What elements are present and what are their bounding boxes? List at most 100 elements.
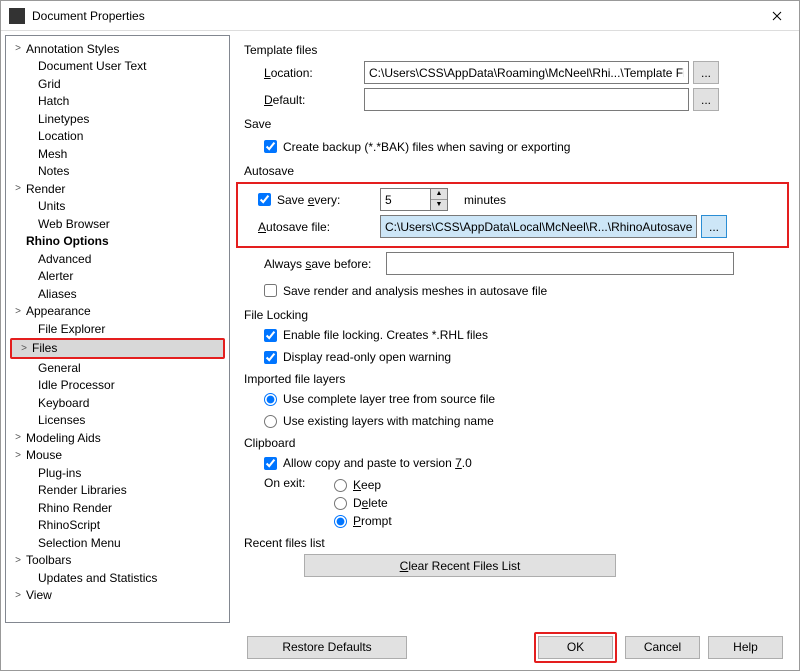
- button-bar: Restore Defaults OK Cancel Help: [1, 627, 799, 667]
- cb-save-every[interactable]: [258, 193, 271, 206]
- rd-prompt[interactable]: [334, 515, 347, 528]
- nav-tree[interactable]: >Annotation StylesDocument User TextGrid…: [5, 35, 230, 623]
- tree-item-label: File Explorer: [38, 322, 105, 336]
- close-button[interactable]: [754, 1, 799, 31]
- tree-item-linetypes[interactable]: Linetypes: [6, 110, 229, 128]
- save-every-spinner[interactable]: ▲▼: [380, 188, 448, 211]
- browse-autosave-button[interactable]: ...: [701, 215, 727, 238]
- location-field[interactable]: [364, 61, 689, 84]
- tree-item-label: Render: [26, 182, 65, 196]
- tree-item-label: Toolbars: [26, 553, 71, 567]
- tree-item-appearance[interactable]: >Appearance: [6, 303, 229, 321]
- app-icon: [9, 8, 25, 24]
- tree-item-label: Modeling Aids: [26, 431, 101, 445]
- tree-item-label: Location: [38, 129, 83, 143]
- tree-item-keyboard[interactable]: Keyboard: [6, 394, 229, 412]
- tree-item-document-user-text[interactable]: Document User Text: [6, 58, 229, 76]
- rd-keep[interactable]: [334, 479, 347, 492]
- default-field[interactable]: [364, 88, 689, 111]
- spin-up-icon[interactable]: ▲: [431, 189, 447, 200]
- ok-button[interactable]: OK: [538, 636, 613, 659]
- tree-item-toolbars[interactable]: >Toolbars: [6, 552, 229, 570]
- tree-item-idle-processor[interactable]: Idle Processor: [6, 377, 229, 395]
- autosave-file-field[interactable]: [380, 215, 697, 238]
- cb-backup[interactable]: [264, 140, 277, 153]
- tree-item-rhinoscript[interactable]: RhinoScript: [6, 517, 229, 535]
- tree-item-general[interactable]: General: [6, 359, 229, 377]
- rd-complete-tree[interactable]: [264, 393, 277, 406]
- spin-down-icon[interactable]: ▼: [431, 200, 447, 211]
- tree-item-plug-ins[interactable]: Plug-ins: [6, 464, 229, 482]
- tree-item-grid[interactable]: Grid: [6, 75, 229, 93]
- rd-keep-label: Keep: [353, 478, 381, 492]
- tree-item-label: General: [38, 361, 81, 375]
- tree-item-label: Idle Processor: [38, 378, 115, 392]
- tree-item-alerter[interactable]: Alerter: [6, 268, 229, 286]
- close-icon: [772, 11, 782, 21]
- restore-defaults-button[interactable]: Restore Defaults: [247, 636, 407, 659]
- tree-item-selection-menu[interactable]: Selection Menu: [6, 534, 229, 552]
- rd-matching-layers-label: Use existing layers with matching name: [283, 414, 494, 428]
- tree-item-mouse[interactable]: >Mouse: [6, 447, 229, 465]
- tree-item-label: Appearance: [26, 304, 91, 318]
- expand-icon: >: [12, 183, 24, 194]
- cb-backup-label: Create backup (*.*BAK) files when saving…: [283, 140, 570, 154]
- tree-item-render[interactable]: >Render: [6, 180, 229, 198]
- cb-readonly-warn-label: Display read-only open warning: [283, 350, 451, 364]
- section-clipboard: Clipboard: [244, 436, 781, 450]
- tree-item-aliases[interactable]: Aliases: [6, 285, 229, 303]
- section-template: Template files: [244, 43, 781, 57]
- content-panel: Template files LLocation:ocation: ... De…: [230, 35, 795, 623]
- save-every-label: Save every:: [277, 193, 380, 207]
- expand-icon: >: [12, 306, 24, 317]
- tree-item-location[interactable]: Location: [6, 128, 229, 146]
- tree-item-units[interactable]: Units: [6, 198, 229, 216]
- tree-item-web-browser[interactable]: Web Browser: [6, 215, 229, 233]
- tree-item-label: RhinoScript: [38, 518, 100, 532]
- tree-item-label: Keyboard: [38, 396, 89, 410]
- tree-item-advanced[interactable]: Advanced: [6, 250, 229, 268]
- tree-item-label: Rhino Render: [38, 501, 112, 515]
- cancel-button[interactable]: Cancel: [625, 636, 700, 659]
- always-save-label: Always save before:: [264, 257, 386, 271]
- clear-recent-button[interactable]: CClear Recent Files Listlear Recent File…: [304, 554, 616, 577]
- tree-item-label: Mesh: [38, 147, 67, 161]
- expand-icon: >: [12, 450, 24, 461]
- autosave-highlight: Save every: ▲▼ minutes Autosave file: ..…: [236, 182, 789, 248]
- rd-matching-layers[interactable]: [264, 415, 277, 428]
- tree-item-hatch[interactable]: Hatch: [6, 93, 229, 111]
- cb-save-meshes[interactable]: [264, 284, 277, 297]
- cb-enable-locking[interactable]: [264, 329, 277, 342]
- on-exit-label: On exit:: [264, 476, 334, 490]
- tree-item-view[interactable]: >View: [6, 587, 229, 605]
- rd-delete[interactable]: [334, 497, 347, 510]
- tree-item-modeling-aids[interactable]: >Modeling Aids: [6, 429, 229, 447]
- browse-location-button[interactable]: ...: [693, 61, 719, 84]
- cb-allow-paste-label: Allow copy and paste to version 7.0: [283, 456, 472, 470]
- section-save: Save: [244, 117, 781, 131]
- expand-icon: >: [12, 43, 24, 54]
- tree-item-label: Selection Menu: [38, 536, 121, 550]
- cb-readonly-warn[interactable]: [264, 351, 277, 364]
- tree-item-annotation-styles[interactable]: >Annotation Styles: [6, 40, 229, 58]
- tree-item-label: Notes: [38, 164, 69, 178]
- help-button[interactable]: Help: [708, 636, 783, 659]
- save-every-value[interactable]: [380, 188, 430, 211]
- tree-item-file-explorer[interactable]: File Explorer: [6, 320, 229, 338]
- tree-item-label: Advanced: [38, 252, 91, 266]
- tree-item-notes[interactable]: Notes: [6, 163, 229, 181]
- tree-item-rhino-render[interactable]: Rhino Render: [6, 499, 229, 517]
- tree-item-mesh[interactable]: Mesh: [6, 145, 229, 163]
- tree-item-updates-and-statistics[interactable]: Updates and Statistics: [6, 569, 229, 587]
- browse-default-button[interactable]: ...: [693, 88, 719, 111]
- expand-icon: >: [18, 343, 30, 354]
- tree-item-licenses[interactable]: Licenses: [6, 412, 229, 430]
- tree-item-label: Rhino Options: [26, 234, 109, 248]
- cb-allow-paste[interactable]: [264, 457, 277, 470]
- tree-item-label: View: [26, 588, 52, 602]
- always-save-field[interactable]: [386, 252, 734, 275]
- tree-item-label: Aliases: [38, 287, 77, 301]
- tree-item-render-libraries[interactable]: Render Libraries: [6, 482, 229, 500]
- tree-item-files[interactable]: >Files: [12, 340, 223, 358]
- tree-item-rhino-options[interactable]: Rhino Options: [6, 233, 229, 251]
